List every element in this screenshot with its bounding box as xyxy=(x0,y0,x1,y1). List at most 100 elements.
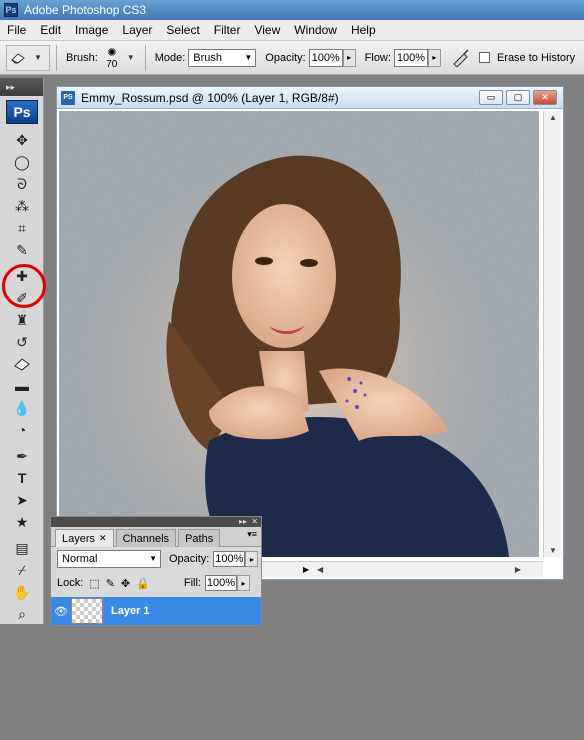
erase-to-history-checkbox[interactable] xyxy=(478,52,490,63)
vertical-scrollbar[interactable]: ▲ ▼ xyxy=(543,111,561,557)
chevron-down-icon: ▼ xyxy=(149,554,157,563)
layers-panel: ▸▸ ✕ Layers ✕ Channels Paths ▾≡ Normal ▼… xyxy=(50,516,262,626)
options-bar: ▼ Brush: ✺ 70 ▼ Mode: Brush ▼ Opacity: 1… xyxy=(0,41,584,75)
scroll-left-icon[interactable]: ◀ xyxy=(317,565,323,574)
flow-input[interactable]: 100% xyxy=(393,48,428,67)
eyedropper-tool-icon[interactable]: ⌿ xyxy=(11,560,33,580)
flow-slider-button[interactable]: ▸ xyxy=(427,48,441,67)
lock-transparency-icon[interactable]: ⬚ xyxy=(89,577,99,590)
app-icon: Ps xyxy=(4,3,18,17)
lock-all-icon[interactable]: 🔒 xyxy=(136,577,150,590)
menu-edit[interactable]: Edit xyxy=(33,23,68,37)
zoom-tool-icon[interactable]: ⌕ xyxy=(11,604,33,624)
brush-size: 70 xyxy=(106,58,118,70)
portrait-image xyxy=(59,111,539,557)
chevron-down-icon[interactable]: ▼ xyxy=(127,53,135,62)
document-window: PS Emmy_Rossum.psd @ 100% (Layer 1, RGB/… xyxy=(56,86,564,580)
toolbox-grip[interactable]: ▸▸ xyxy=(0,78,43,96)
blur-tool-icon[interactable]: 💧 xyxy=(11,398,33,418)
tab-paths[interactable]: Paths xyxy=(178,529,221,547)
menu-select[interactable]: Select xyxy=(159,23,206,37)
menu-filter[interactable]: Filter xyxy=(207,23,248,37)
window-controls: ▭ ▢ ✕ xyxy=(479,90,557,105)
workspace-background xyxy=(0,626,584,740)
opacity-slider-button[interactable]: ▸ xyxy=(342,48,356,67)
eraser-tool-icon[interactable] xyxy=(11,354,33,374)
blend-mode-select[interactable]: Normal ▼ xyxy=(57,550,161,568)
magic-wand-icon[interactable]: ⁂ xyxy=(11,196,33,216)
scroll-down-icon[interactable]: ▼ xyxy=(549,546,557,555)
crop-tool-icon[interactable]: ⌗ xyxy=(11,218,33,238)
notes-tool-icon[interactable]: ▤ xyxy=(11,538,33,558)
lock-label: Lock: xyxy=(57,577,84,589)
menu-view[interactable]: View xyxy=(247,23,287,37)
fill-label: Fill: xyxy=(183,577,201,589)
flow-label: Flow: xyxy=(364,51,391,64)
layer-opacity-slider-button[interactable]: ▸ xyxy=(245,551,259,567)
maximize-button[interactable]: ▢ xyxy=(506,90,530,105)
opacity-label: Opacity: xyxy=(265,51,306,64)
divider xyxy=(144,44,146,71)
chevron-down-icon: ▼ xyxy=(34,53,42,62)
tab-layers[interactable]: Layers ✕ xyxy=(55,529,114,547)
lasso-tool-icon[interactable]: ᘐ xyxy=(11,174,33,194)
mode-select[interactable]: Brush ▼ xyxy=(188,48,257,67)
layer-name: Layer 1 xyxy=(111,605,150,617)
image-canvas[interactable] xyxy=(59,111,539,557)
pen-tool-icon[interactable]: ✒ xyxy=(11,446,33,466)
airbrush-icon[interactable] xyxy=(451,48,471,67)
close-button[interactable]: ✕ xyxy=(533,90,557,105)
menu-bar: File Edit Image Layer Select Filter View… xyxy=(0,20,584,41)
document-icon: PS xyxy=(61,90,75,105)
minimize-button[interactable]: ▭ xyxy=(479,90,503,105)
brush-label: Brush: xyxy=(66,51,98,64)
brush-picker[interactable]: ✺ 70 xyxy=(101,45,123,71)
lock-row: Lock: ⬚ ✎ ✥ 🔒 Fill: 100% ▸ xyxy=(51,571,261,595)
layer-thumbnail xyxy=(71,598,103,624)
scroll-up-icon[interactable]: ▲ xyxy=(549,113,557,122)
status-arrow-icon[interactable]: ▶ xyxy=(303,565,309,574)
panel-tabs: Layers ✕ Channels Paths xyxy=(51,527,261,547)
document-title-bar[interactable]: PS Emmy_Rossum.psd @ 100% (Layer 1, RGB/… xyxy=(57,87,563,109)
menu-layer[interactable]: Layer xyxy=(115,23,159,37)
shape-tool-icon[interactable]: ★ xyxy=(11,512,33,532)
divider xyxy=(56,44,57,71)
eye-icon[interactable]: 👁 xyxy=(51,605,71,618)
eraser-icon xyxy=(11,52,25,64)
history-brush-icon[interactable]: ↺ xyxy=(11,332,33,352)
lock-pixels-icon[interactable]: ✎ xyxy=(106,577,115,590)
app-title: Adobe Photoshop CS3 xyxy=(24,3,147,17)
menu-file[interactable]: File xyxy=(0,23,33,37)
tool-preset-picker[interactable]: ▼ xyxy=(6,44,50,71)
scroll-right-icon[interactable]: ▶ xyxy=(515,565,521,574)
menu-help[interactable]: Help xyxy=(344,23,383,37)
move-tool-icon[interactable]: ✥ xyxy=(11,130,33,150)
mode-label: Mode: xyxy=(154,51,186,64)
hand-tool-icon[interactable]: ✋ xyxy=(11,582,33,602)
opacity-input[interactable]: 100% xyxy=(308,48,343,67)
slice-tool-icon[interactable]: ✎ xyxy=(11,240,33,260)
gradient-tool-icon[interactable]: ▬ xyxy=(11,376,33,396)
path-selection-icon[interactable]: ➤ xyxy=(11,490,33,510)
brush-tip-icon: ✺ xyxy=(107,46,117,59)
layer-opacity-input[interactable]: 100% xyxy=(213,551,246,567)
type-tool-icon[interactable]: T xyxy=(11,468,33,488)
collapse-icon[interactable]: ▸▸ xyxy=(239,517,247,527)
tab-channels[interactable]: Channels xyxy=(115,529,177,547)
panel-menu-icon[interactable]: ▾≡ xyxy=(247,529,257,540)
close-icon[interactable]: ✕ xyxy=(99,533,107,544)
marquee-tool-icon[interactable]: ◯ xyxy=(11,152,33,172)
ps-logo: Ps xyxy=(6,100,38,124)
dodge-tool-icon[interactable]: ◔ xyxy=(11,420,33,440)
fill-input[interactable]: 100% xyxy=(204,575,237,591)
erase-to-history-label: Erase to History xyxy=(496,51,576,64)
fill-slider-button[interactable]: ▸ xyxy=(236,575,250,591)
layer-row[interactable]: 👁 Layer 1 xyxy=(51,597,261,625)
close-icon[interactable]: ✕ xyxy=(251,517,258,527)
panel-header[interactable]: ▸▸ ✕ xyxy=(51,517,261,527)
lock-position-icon[interactable]: ✥ xyxy=(121,577,130,590)
opacity-label: Opacity: xyxy=(169,553,210,565)
menu-window[interactable]: Window xyxy=(287,23,344,37)
clone-stamp-icon[interactable]: ♜ xyxy=(11,310,33,330)
menu-image[interactable]: Image xyxy=(68,23,115,37)
